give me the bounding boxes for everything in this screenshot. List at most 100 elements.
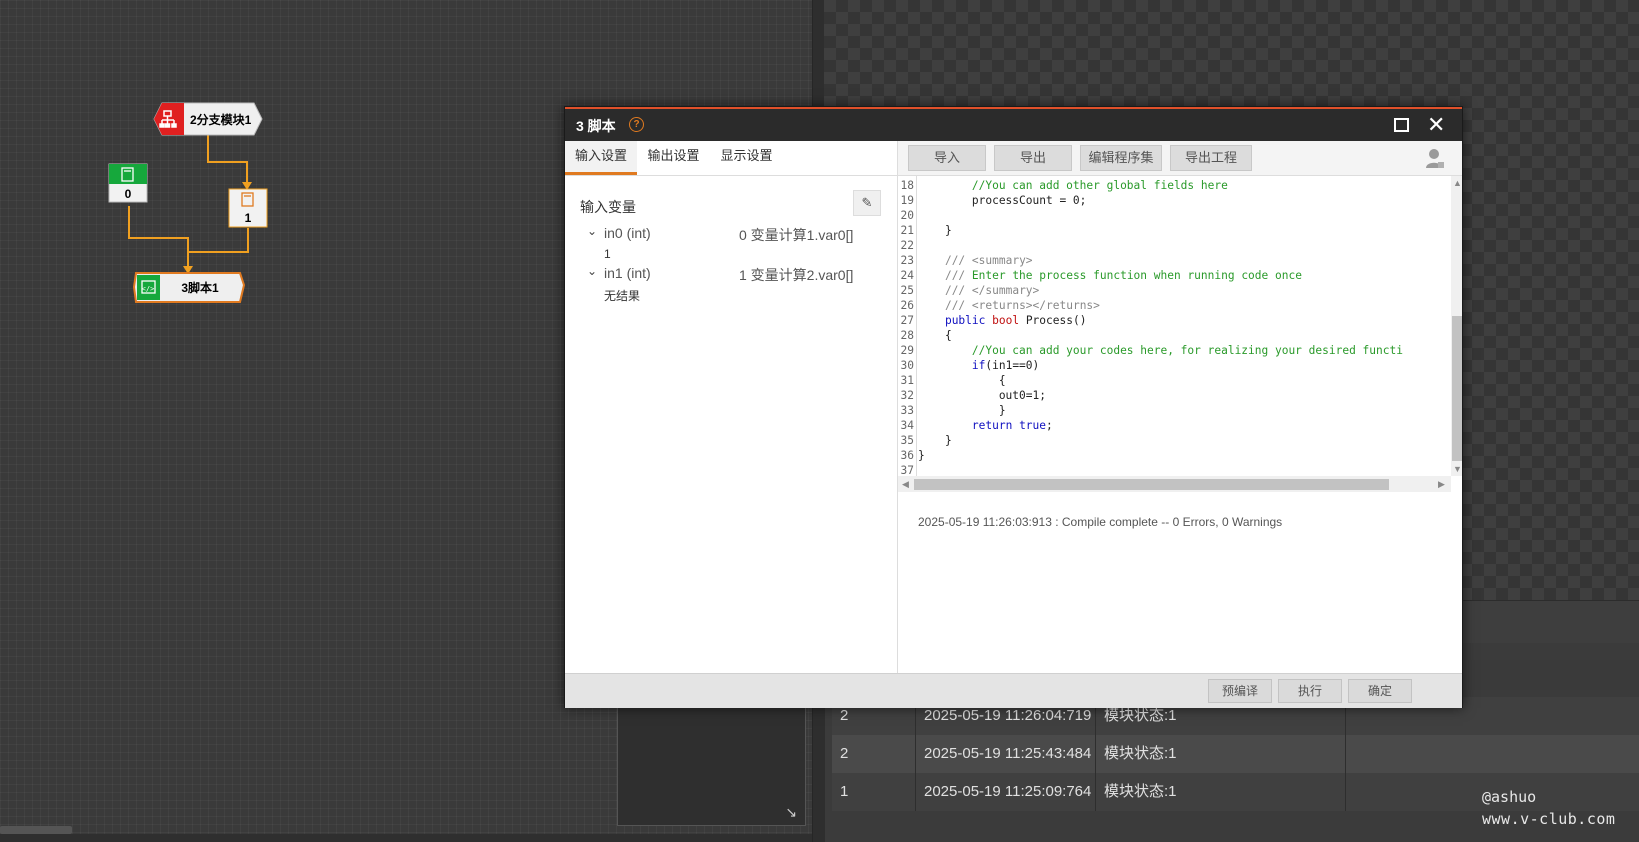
code-line[interactable]: 33 } [898, 403, 1450, 418]
code-line[interactable]: 19 processCount = 0; [898, 193, 1450, 208]
line-code: //You can add your codes here, for reali… [918, 344, 1403, 357]
code-line[interactable]: 18 //You can add other global fields her… [898, 178, 1450, 193]
code-line[interactable]: 28 { [898, 328, 1450, 343]
line-number: 37 [900, 464, 914, 476]
tab-display-settings[interactable]: 显示设置 [710, 141, 783, 175]
chevron-down-icon[interactable]: ⌄ [587, 224, 597, 238]
confirm-button[interactable]: 确定 [1348, 679, 1412, 703]
script-node[interactable]: </> 3脚本1 [132, 272, 246, 303]
execute-button[interactable]: 执行 [1278, 679, 1342, 703]
line-number: 31 [900, 374, 914, 387]
resize-arrow-icon[interactable]: ↘ [785, 805, 797, 821]
scrollbar-thumb[interactable] [914, 479, 1389, 490]
code-line[interactable]: 36} [898, 448, 1450, 463]
line-number: 32 [900, 389, 914, 402]
variable-calc-node-1[interactable]: 1 [228, 188, 268, 228]
variable-value: 1 [604, 247, 611, 261]
line-number: 21 [900, 224, 914, 237]
scroll-left-icon[interactable]: ◀ [902, 479, 909, 490]
line-code: /// </summary> [944, 284, 1040, 297]
settings-tabs: 输入设置 输出设置 显示设置 [565, 141, 897, 176]
line-code: out0=1; [918, 389, 1046, 402]
tab-input-settings[interactable]: 输入设置 [565, 141, 637, 175]
line-code: } [918, 224, 952, 237]
line-code: /// <summary> [944, 254, 1033, 267]
code-line[interactable]: 22 [898, 238, 1450, 253]
line-number: 35 [900, 434, 914, 447]
code-line[interactable]: 21 } [898, 223, 1450, 238]
line-number: 23 [900, 254, 914, 267]
chevron-down-icon[interactable]: ⌄ [587, 264, 597, 278]
code-line[interactable]: 30 if(in1==0) [898, 358, 1450, 373]
code-line[interactable]: 27 public bool Process() [898, 313, 1450, 328]
edit-variables-button[interactable]: ✎ [853, 190, 881, 216]
code-line[interactable]: 31 { [898, 373, 1450, 388]
code-line[interactable]: 26 /// <returns></returns> [898, 298, 1450, 313]
code-line[interactable]: 23 /// <summary> [898, 253, 1450, 268]
line-code: return true; [971, 419, 1053, 432]
row-empty [1346, 735, 1639, 773]
svg-text:</>: </> [142, 285, 155, 293]
line-number: 24 [900, 269, 914, 282]
edit-assembly-button[interactable]: 编辑程序集 [1080, 145, 1162, 171]
thumbnail-panel: ↘ [617, 700, 806, 826]
scroll-down-icon[interactable]: ▼ [1453, 464, 1462, 474]
line-number: 25 [900, 284, 914, 297]
line-number: 18 [900, 179, 914, 192]
branch-module-node[interactable]: 2分支模块1 [153, 102, 263, 136]
line-code: /// Enter the process function when runn… [944, 269, 1302, 282]
code-line[interactable]: 32 out0=1; [898, 388, 1450, 403]
code-editor[interactable]: 18 //You can add other global fields her… [898, 176, 1450, 476]
line-number: 33 [900, 404, 914, 417]
code-line[interactable]: 20 [898, 208, 1450, 223]
import-button[interactable]: 导入 [908, 145, 986, 171]
line-code: processCount = 0; [918, 194, 1087, 207]
code-vertical-scrollbar[interactable]: ▲ ▼ [1451, 176, 1462, 476]
compile-status: 2025-05-19 11:26:03:913 : Compile comple… [918, 515, 1283, 529]
user-icon[interactable] [1425, 147, 1445, 169]
code-line[interactable]: 34 return true; [898, 418, 1450, 433]
line-number: 22 [900, 239, 914, 252]
row-time: 2025-05-19 11:25:09:764 [916, 773, 1096, 811]
pencil-icon: ✎ [861, 195, 873, 210]
line-code: } [918, 434, 952, 447]
editor-toolbar: 导入 导出 编辑程序集 导出工程 [898, 141, 1462, 176]
scroll-up-icon[interactable]: ▲ [1453, 178, 1462, 188]
line-number: 36 [900, 449, 914, 462]
line-code: /// <returns></returns> [944, 299, 1100, 312]
line-code: } [918, 404, 1006, 417]
help-icon[interactable]: ? [629, 117, 644, 132]
calc-node-1-label: 1 [245, 211, 252, 225]
maximize-icon[interactable] [1394, 118, 1409, 132]
precompile-button[interactable]: 预编译 [1208, 679, 1272, 703]
line-number: 19 [900, 194, 914, 207]
script-dialog: 3 脚本 ? ✕ 输入设置 输出设置 显示设置 输入变量 ✎ ⌄ in0 (in… [564, 106, 1463, 708]
close-icon[interactable]: ✕ [1427, 111, 1445, 139]
code-line[interactable]: 25 /// </summary> [898, 283, 1450, 298]
variable-value: 无结果 [604, 289, 641, 303]
line-number: 27 [900, 314, 914, 327]
export-project-button[interactable]: 导出工程 [1170, 145, 1252, 171]
line-number: 29 [900, 344, 914, 357]
dialog-title-bar[interactable]: 3 脚本 ? ✕ [565, 107, 1462, 141]
code-line[interactable]: 24 /// Enter the process function when r… [898, 268, 1450, 283]
watermark-site: www.v-club.com [1482, 810, 1616, 828]
code-line[interactable]: 29 //You can add your codes here, for re… [898, 343, 1450, 358]
tab-output-settings[interactable]: 输出设置 [637, 141, 710, 175]
code-line[interactable]: 35 } [898, 433, 1450, 448]
variable-source[interactable]: 0 变量计算1.var0[] [739, 225, 853, 245]
dialog-title: 3 脚本 [576, 118, 616, 134]
watermark-author: @ashuo [1482, 788, 1537, 806]
scroll-right-icon[interactable]: ▶ [1438, 479, 1445, 490]
code-line[interactable]: 37 [898, 463, 1450, 476]
variable-source[interactable]: 1 变量计算2.var0[] [739, 265, 853, 285]
scrollbar-thumb[interactable] [1452, 316, 1462, 461]
export-button[interactable]: 导出 [994, 145, 1072, 171]
line-number: 34 [900, 419, 914, 432]
table-row[interactable]: 2 2025-05-19 11:25:43:484 模块状态:1 [832, 735, 1639, 773]
variable-calc-node-0[interactable]: 0 [108, 163, 148, 203]
row-time: 2025-05-19 11:25:43:484 [916, 735, 1096, 773]
row-status: 模块状态:1 [1096, 773, 1346, 811]
code-horizontal-scrollbar[interactable]: ◀ ▶ [898, 476, 1451, 492]
line-number: 28 [900, 329, 914, 342]
